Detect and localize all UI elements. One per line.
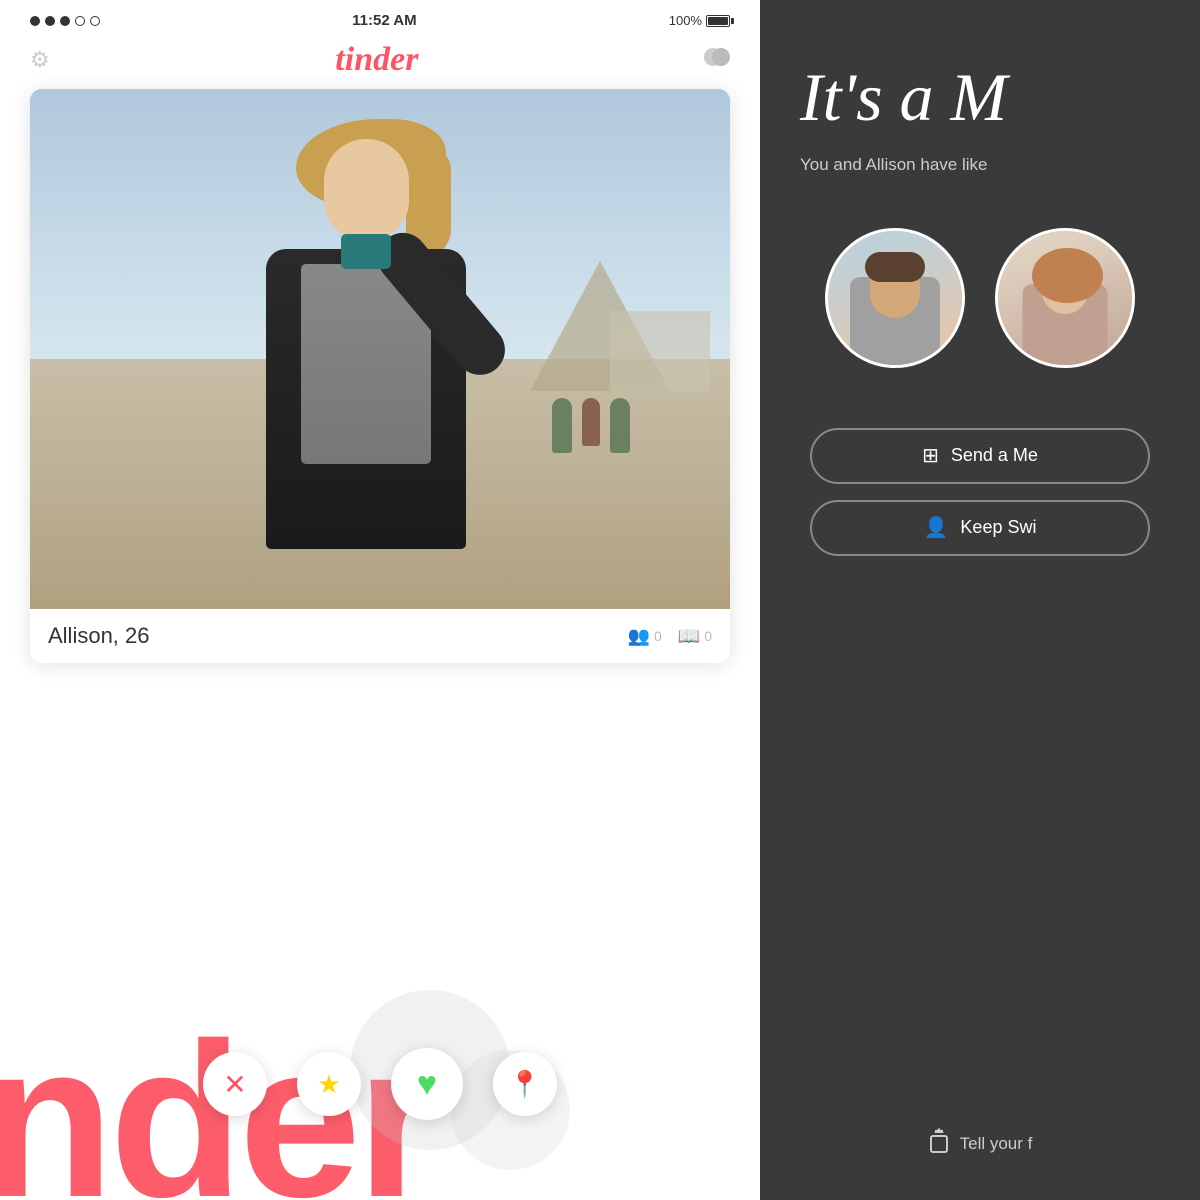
profile-info: Allison, 26 👥 0 📖 0 [30, 609, 730, 663]
person-icon: 👤 [924, 515, 949, 540]
interests-count: 0 [704, 628, 712, 644]
match-avatar-user [825, 228, 965, 368]
keep-swiping-label: Keep Swi [960, 517, 1036, 538]
message-icon: ⊞ [922, 443, 939, 468]
send-message-label: Send a Me [951, 445, 1038, 466]
profile-card: Allison, 26 👥 0 📖 0 [30, 89, 730, 663]
tell-friends-label: Tell your f [960, 1134, 1033, 1154]
signal-dot-4 [75, 16, 85, 26]
signal-dot-1 [30, 16, 40, 26]
status-time: 11:52 AM [352, 12, 416, 29]
match-panel: It's a M You and Allison have like ⊞ Sen… [760, 0, 1200, 1200]
action-buttons: ✕ ★ ♥ 📍 [0, 1048, 760, 1120]
bg-person-3 [610, 398, 630, 453]
dislike-button[interactable]: ✕ [203, 1052, 267, 1116]
tell-friends-area: Tell your f [760, 1128, 1200, 1160]
photo-scene [30, 89, 730, 609]
match-avatar-match [995, 228, 1135, 368]
battery-percentage: 100% [669, 13, 702, 28]
signal-dot-2 [45, 16, 55, 26]
friends-icon: 👥 [628, 626, 650, 647]
person-head-container [316, 139, 416, 239]
tinder-logo: tinder [335, 41, 418, 79]
profile-stats: 👥 0 📖 0 [628, 626, 712, 647]
match-subtitle: You and Allison have like [760, 152, 1200, 178]
signal-indicator [30, 16, 100, 26]
person-jacket [266, 249, 466, 549]
person-scarf [341, 234, 391, 269]
friends-count: 0 [654, 628, 662, 644]
signal-dot-3 [60, 16, 70, 26]
battery-indicator: 100% [669, 13, 730, 28]
person-face [324, 139, 409, 239]
signal-dot-5 [90, 16, 100, 26]
send-message-button[interactable]: ⊞ Send a Me [810, 428, 1150, 484]
chat-icon[interactable] [704, 45, 730, 75]
match-avatars [825, 228, 1135, 368]
bg-person-1 [552, 398, 572, 453]
user-avatar-photo [828, 231, 962, 365]
interests-icon: 📖 [678, 626, 700, 647]
keep-swiping-button[interactable]: 👤 Keep Swi [810, 500, 1150, 556]
match-title-text: It's a M [800, 59, 1007, 135]
app-header: ⚙ tinder [0, 37, 760, 89]
star-button[interactable]: ★ [297, 1052, 361, 1116]
friends-stat: 👥 0 [628, 626, 662, 647]
status-bar: 11:52 AM 100% [0, 0, 760, 37]
photo-building [610, 311, 710, 391]
like-button[interactable]: ♥ [391, 1048, 463, 1120]
profile-photo [30, 89, 730, 609]
settings-icon[interactable]: ⚙ [30, 47, 50, 73]
profile-person [226, 109, 506, 609]
battery-icon [706, 15, 730, 27]
user-avatar-head [870, 260, 920, 318]
background-people [552, 398, 630, 453]
match-title: It's a M [760, 60, 1200, 132]
location-button[interactable]: 📍 [493, 1052, 557, 1116]
match-avatar-head [1042, 260, 1088, 314]
interests-stat: 📖 0 [678, 626, 712, 647]
tinder-app-panel: 11:52 AM 100% ⚙ tinder [0, 0, 760, 1200]
bg-person-2 [582, 398, 600, 446]
battery-fill [708, 17, 728, 25]
match-avatar-hair [1032, 248, 1103, 303]
match-avatar-photo [998, 231, 1132, 365]
profile-name-age: Allison, 26 [48, 623, 150, 649]
share-icon [928, 1128, 950, 1160]
